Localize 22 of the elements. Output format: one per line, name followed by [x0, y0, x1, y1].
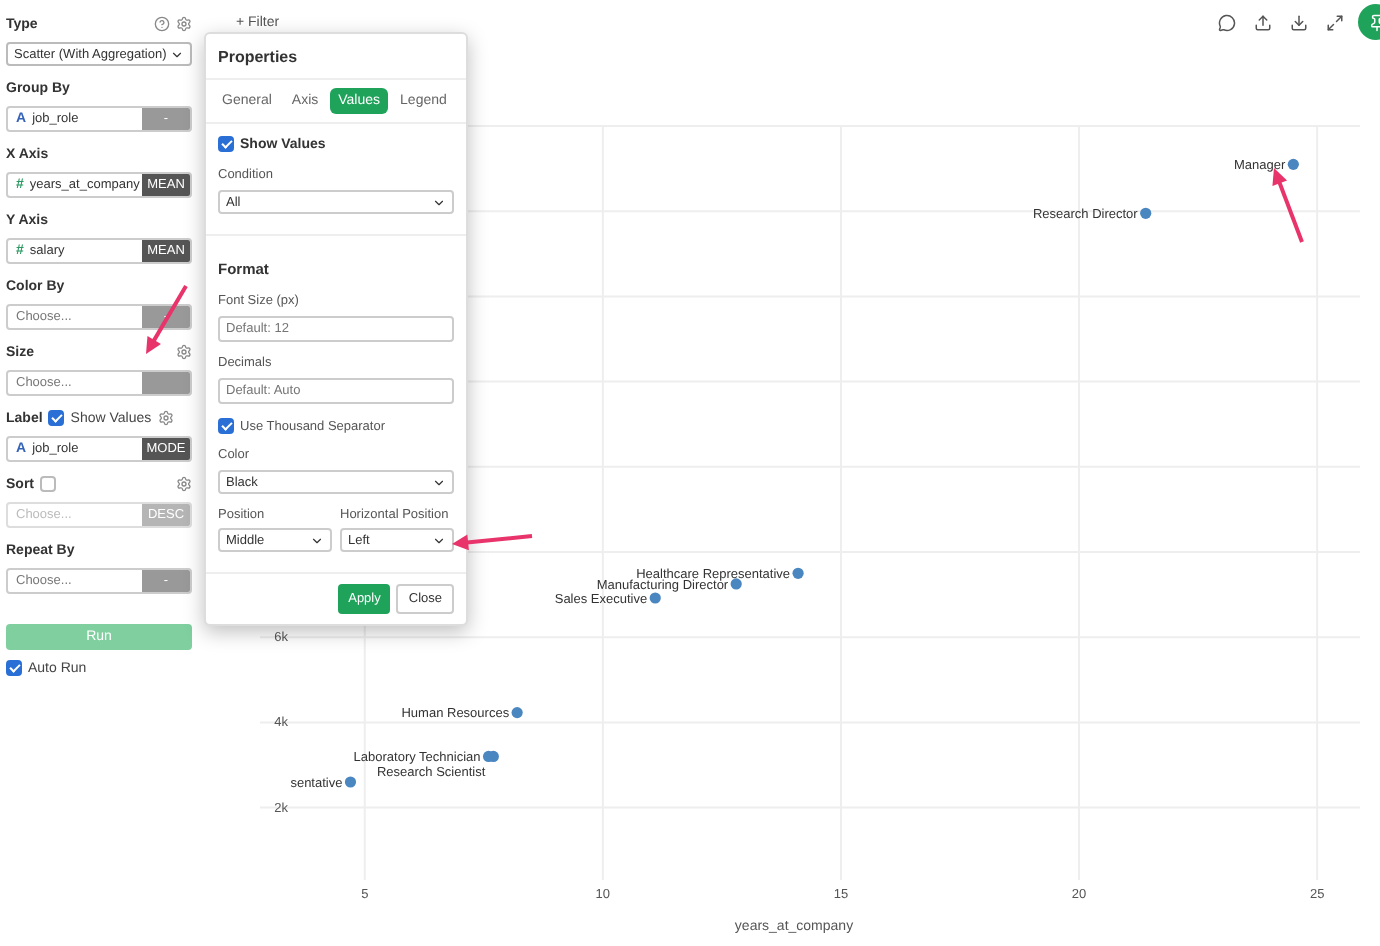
checkbox[interactable] [48, 410, 65, 426]
expand-icon[interactable] [1322, 10, 1346, 34]
comment-icon[interactable] [1214, 10, 1238, 34]
help-icon[interactable] [154, 16, 170, 32]
checkbox[interactable] [218, 418, 234, 434]
dialog-title: Properties [206, 34, 466, 80]
upload-icon[interactable] [1250, 10, 1274, 34]
callout-arrow [452, 534, 533, 551]
settings-icon[interactable] [176, 344, 192, 360]
caret-icon [170, 47, 184, 61]
callout-arrow [1272, 168, 1304, 243]
settings-icon[interactable] [176, 16, 192, 32]
checkbox[interactable] [218, 136, 234, 152]
settings-icon[interactable] [157, 410, 174, 426]
pin-icon [1367, 13, 1380, 31]
caret-icon [432, 475, 446, 489]
caret-icon [432, 195, 446, 209]
caret-icon [432, 533, 446, 547]
checkbox[interactable] [6, 660, 22, 676]
callout-arrow [146, 285, 188, 354]
caret-icon [310, 533, 324, 547]
download-icon[interactable] [1286, 10, 1310, 34]
